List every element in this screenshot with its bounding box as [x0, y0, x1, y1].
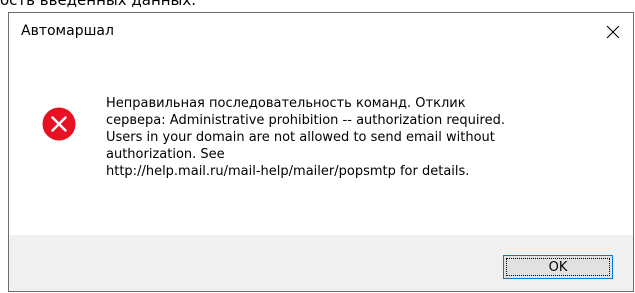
- dialog-content: Неправильная последовательность команд. …: [9, 51, 633, 235]
- error-icon: [42, 107, 76, 141]
- dialog-title: Автомаршал: [21, 23, 114, 39]
- dialog-footer: OK: [9, 235, 633, 291]
- error-message: Неправильная последовательность команд. …: [106, 96, 505, 179]
- close-icon: [606, 25, 620, 39]
- ok-button-label: OK: [548, 259, 568, 275]
- close-button[interactable]: [593, 13, 633, 51]
- message-dialog: Автомаршал Неправильная последовательнос…: [8, 12, 634, 292]
- background-partial-text: ость введённых данных.: [0, 0, 197, 9]
- ok-button[interactable]: OK: [503, 255, 613, 279]
- title-bar[interactable]: Автомаршал: [9, 13, 633, 51]
- background-window-text: ость введённых данных.: [0, 0, 635, 12]
